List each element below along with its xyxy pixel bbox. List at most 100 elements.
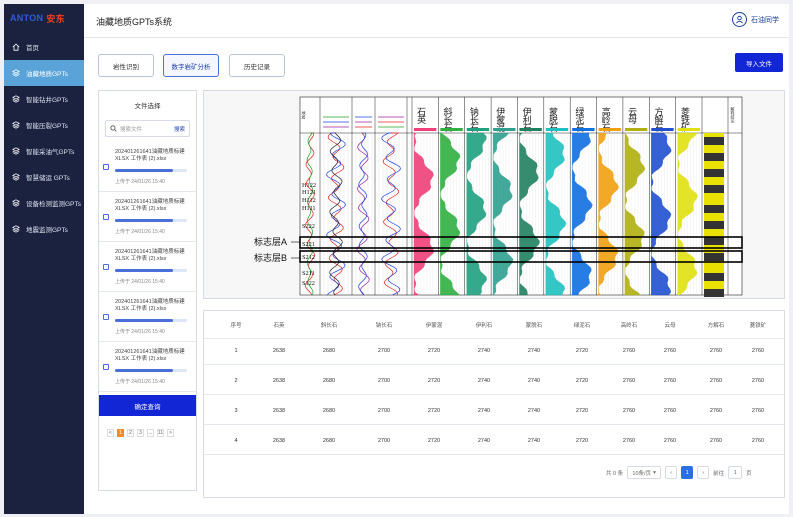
table-cell: 2760 (622, 378, 636, 384)
table-cell: 2700 (377, 378, 391, 384)
next-page-icon[interactable]: › (697, 466, 710, 479)
user-menu[interactable]: 石油同学 (732, 12, 779, 27)
sidebar-item-2[interactable]: 智能钻井GPTs (4, 86, 84, 112)
table-cell: 2720 (575, 378, 589, 384)
table-header: 序号 石英 斜长石 钠长石 伊蒙混 伊利石 蒙脱石 绿泥石 高岭石 云母 方解石 菱铁矿 (204, 311, 784, 339)
user-name: 石油同学 (751, 16, 779, 24)
lithology-block (704, 185, 724, 189)
file-item[interactable]: 20240126164​1油藏地质标建 XLSX 工作表 (2).xlsx 上传于… (99, 343, 196, 392)
tab-lithology[interactable]: 岩性识别 (98, 54, 154, 77)
tab-history[interactable]: 历史记录 (229, 54, 285, 77)
lithology-block (704, 225, 724, 229)
pager-item[interactable]: 1 (117, 429, 124, 437)
table-cell: 2740 (477, 408, 491, 414)
file-pagination: <1 2 3... 11 > (107, 429, 174, 437)
page-size-value: 10条/页 (632, 470, 652, 477)
upload-time: 上传于 24/01/26 15:40 (115, 329, 165, 335)
import-file-button[interactable]: 导入文件 (735, 53, 783, 72)
column-header: 菱铁矿 (749, 323, 767, 329)
mineral-color-swatch (466, 128, 490, 131)
table-cell: 2760 (663, 408, 677, 414)
tab-mineral-analysis[interactable]: 数字岩矿分析 (163, 54, 219, 77)
mineral-color-swatch (624, 128, 648, 131)
lithology-block (704, 209, 724, 213)
sidebar-item-1[interactable]: 油藏地质GPTs (4, 60, 84, 86)
table-cell: 2760 (622, 348, 636, 354)
column-header: 绿泥石 (573, 323, 591, 329)
prev-page-icon[interactable]: ‹ (665, 466, 678, 479)
page-suffix: 页 (746, 470, 752, 477)
table-cell: 2720 (427, 408, 441, 414)
sidebar-item-3[interactable]: 智能压裂GPTs (4, 112, 84, 138)
table-cell: 2760 (751, 378, 765, 384)
mineral-color-swatch (572, 128, 595, 131)
table-cell: 2680 (322, 378, 336, 384)
table-cell: 2638 (272, 348, 286, 354)
pager-item[interactable]: 2 (127, 429, 134, 437)
page-size-select[interactable]: 10条/页 ▾ (627, 466, 662, 479)
column-header: 高岭石 (620, 323, 638, 329)
table-cell: 2740 (477, 348, 491, 354)
header-right-label: 解释结论 (731, 106, 736, 124)
sidebar-item-label: 油藏地质GPTs (26, 71, 68, 78)
lithology-block (704, 213, 724, 217)
column-header: 云母 (664, 323, 676, 329)
lithology-block (704, 177, 724, 181)
file-checkbox[interactable] (103, 314, 109, 320)
upload-progress (115, 219, 187, 222)
confirm-query-button[interactable]: 确定查询 (99, 395, 196, 416)
lithology-block (704, 217, 724, 221)
lithology-block (704, 253, 724, 257)
mineral-label: 石英 (416, 107, 426, 125)
file-item[interactable]: 20240126164​1油藏地质标建 XLSX 工作表 (2).xlsx 上传于… (99, 293, 196, 342)
table-cell: 2760 (663, 348, 677, 354)
sidebar-item-7[interactable]: 地震监测GPTs (4, 216, 84, 242)
layers-icon (12, 69, 20, 77)
table-cell: 2760 (709, 438, 723, 444)
file-checkbox[interactable] (103, 264, 109, 270)
current-page[interactable]: 1 (681, 466, 694, 479)
file-item[interactable]: 20240126164​1油藏地质标建 XLSX 工作表 (2).xlsx 上传于… (99, 243, 196, 292)
lithology-block (704, 221, 724, 225)
table-cell: 2760 (751, 348, 765, 354)
goto-label: 前往 (713, 470, 725, 477)
file-name: 20240126164​1油藏地质标建 XLSX 工作表 (2).xlsx (115, 349, 185, 362)
sidebar-item-4[interactable]: 智能采油气GPTs (4, 138, 84, 164)
lithology-block (704, 273, 724, 277)
table-cell: 2720 (575, 438, 589, 444)
sidebar-item-6[interactable]: 设备检测监测GPTs (4, 190, 84, 216)
mineral-label: 云母 (627, 107, 637, 125)
pager-item[interactable]: < (107, 429, 114, 437)
pager-item[interactable]: > (167, 429, 174, 437)
sidebar-item-label: 智能钻井GPTs (26, 97, 68, 104)
file-item[interactable]: 20240126164​1油藏地质标建 XLSX 工作表 (2).xlsx 上传于… (99, 143, 196, 192)
file-checkbox[interactable] (103, 214, 109, 220)
lithology-block (704, 229, 724, 233)
search-placeholder: 搜索文件 (120, 126, 143, 133)
upload-time: 上传于 24/01/26 15:40 (115, 179, 165, 185)
file-checkbox[interactable] (103, 364, 109, 370)
table-row: 3 2638 2680 2700 2720 2740 2740 2720 2760 2760 276… (204, 397, 784, 425)
sidebar-item-5[interactable]: 智慧储运 GPTs (4, 164, 84, 190)
lithology-block (704, 153, 724, 157)
logo: ANTON 安东 (4, 4, 84, 32)
lithology-block (704, 141, 724, 145)
table-cell: 2700 (377, 408, 391, 414)
file-search-input[interactable]: 搜索文件 搜索 (105, 120, 190, 137)
sidebar-item-0[interactable]: 首页 (4, 34, 84, 60)
search-button[interactable]: 搜索 (174, 125, 185, 133)
layers-icon (12, 225, 20, 233)
file-checkbox[interactable] (103, 164, 109, 170)
table-cell: 2760 (751, 438, 765, 444)
table-cell: 2740 (527, 378, 541, 384)
pager-item[interactable]: 3 (137, 429, 144, 437)
table-row: 4 2638 2680 2700 2720 2740 2740 2720 2760 2760 276… (204, 427, 784, 455)
table-cell: 2760 (663, 438, 677, 444)
lithology-block (704, 161, 724, 165)
pager-item[interactable]: ... (147, 429, 154, 437)
file-item[interactable]: 20240126164​1油藏地质标建 XLSX 工作表 (2).xlsx 上传于… (99, 193, 196, 242)
pager-item[interactable]: 11 (157, 429, 164, 437)
upload-progress (115, 169, 187, 172)
file-name: 20240126164​1油藏地质标建 XLSX 工作表 (2).xlsx (115, 149, 185, 162)
goto-page-input[interactable]: 1 (728, 466, 743, 479)
